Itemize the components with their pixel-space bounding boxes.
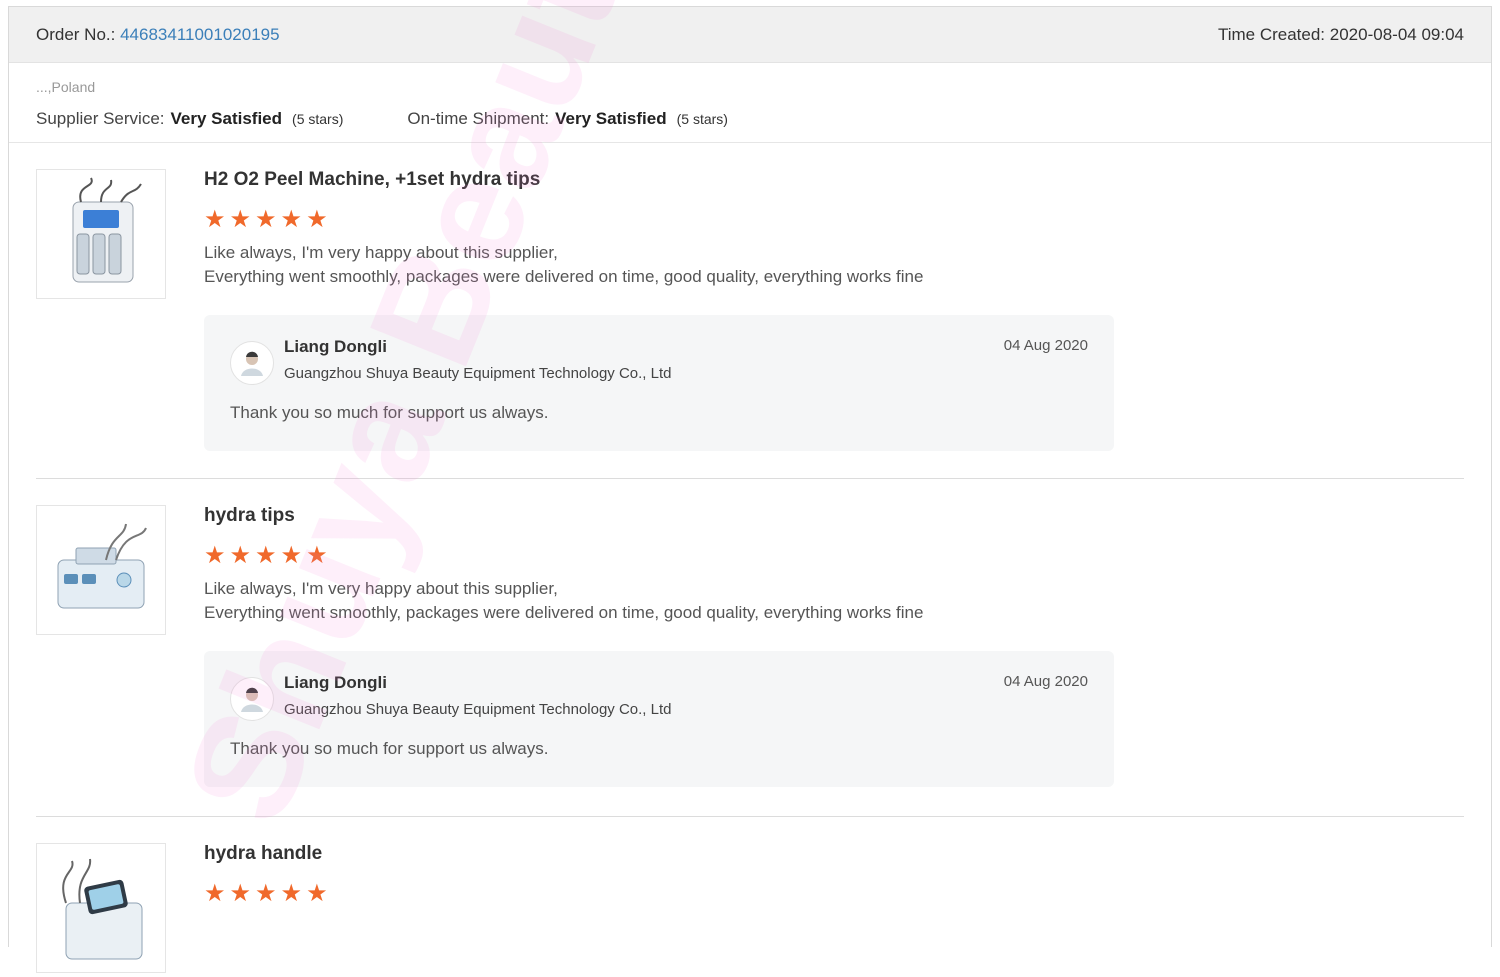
star-icon: ★	[255, 880, 277, 907]
review-item: H2 O2 Peel Machine, +1set hydra tips ★ ★…	[36, 143, 1464, 479]
star-icon: ★	[229, 880, 252, 907]
avatar	[230, 341, 274, 385]
beauty-machine-image	[72, 177, 142, 283]
star-icon: ★	[204, 542, 226, 569]
buyer-info: ...,Poland Supplier Service: Very Satisf…	[9, 63, 1491, 143]
reply-author-name: Liang Dongli	[284, 673, 387, 692]
review-comment: Like always, I'm very happy about this s…	[204, 241, 1464, 289]
order-header: Order No.: 44683411001020195 Time Create…	[9, 7, 1491, 63]
shipment-rating: On-time Shipment: Very Satisfied (5 star…	[407, 109, 728, 129]
star-icon: ★	[280, 880, 303, 907]
beauty-machine-image	[62, 858, 143, 960]
supplier-service-rating: Supplier Service: Very Satisfied (5 star…	[36, 109, 343, 129]
time-created-value: 2020-08-04 09:04	[1329, 24, 1464, 44]
avatar	[230, 677, 274, 721]
order-number-label: Order No.:	[36, 24, 116, 44]
time-created-label: Time Created:	[1217, 24, 1326, 44]
star-icon: ★	[204, 880, 226, 907]
shipment-label: On-time Shipment:	[407, 109, 550, 128]
star-icon: ★	[280, 206, 303, 233]
product-rating-stars: ★ ★ ★ ★ ★	[204, 207, 1464, 233]
reply-author-name: Liang Dongli	[284, 337, 387, 356]
time-created: Time Created: 2020-08-04 09:04	[1218, 25, 1464, 45]
product-title[interactable]: hydra tips	[204, 505, 1464, 531]
reply-text: Thank you so much for support us always.	[230, 403, 549, 422]
review-comment-line: Like always, I'm very happy about this s…	[204, 243, 558, 262]
product-title[interactable]: hydra handle	[204, 843, 1464, 869]
reply-company: Guangzhou Shuya Beauty Equipment Technol…	[284, 701, 672, 718]
order-review-card: Order No.: 44683411001020195 Time Create…	[8, 6, 1492, 973]
reply-text: Thank you so much for support us always.	[230, 739, 549, 758]
product-thumbnail[interactable]	[36, 843, 166, 973]
shipment-stars: (5 stars)	[676, 111, 728, 127]
star-icon: ★	[306, 542, 328, 569]
review-comment-line: Everything went smoothly, packages were …	[204, 267, 924, 286]
star-icon: ★	[306, 206, 328, 233]
product-title[interactable]: H2 O2 Peel Machine, +1set hydra tips	[204, 169, 1464, 195]
star-icon: ★	[255, 542, 277, 569]
product-thumbnail[interactable]	[36, 505, 166, 635]
order-number-link[interactable]: 44683411001020195	[120, 25, 279, 44]
star-icon: ★	[255, 206, 277, 233]
supplier-service-stars: (5 stars)	[292, 111, 344, 127]
star-icon: ★	[229, 542, 252, 569]
review-item: hydra handle ★ ★ ★ ★ ★	[36, 817, 1464, 977]
buyer-location: ...,Poland	[36, 79, 96, 95]
beauty-machine-image	[57, 523, 147, 609]
reply-date: 04 Aug 2020	[1003, 337, 1088, 354]
review-comment-line: Everything went smoothly, packages were …	[204, 603, 924, 622]
supplier-service-label: Supplier Service:	[36, 109, 165, 128]
star-icon: ★	[306, 880, 328, 907]
reply-date: 04 Aug 2020	[1003, 673, 1088, 690]
order-number: Order No.: 44683411001020195	[36, 25, 280, 45]
person-icon	[241, 351, 263, 376]
product-rating-stars: ★ ★ ★ ★ ★	[204, 881, 1464, 907]
review-comment-line: Like always, I'm very happy about this s…	[204, 579, 558, 598]
star-icon: ★	[280, 542, 303, 569]
star-icon: ★	[204, 206, 226, 233]
shipment-value: Very Satisfied	[555, 109, 667, 128]
seller-reply: Liang Dongli Guangzhou Shuya Beauty Equi…	[204, 315, 1114, 451]
product-thumbnail[interactable]	[36, 169, 166, 299]
store-ratings: Supplier Service: Very Satisfied (5 star…	[36, 109, 1464, 129]
review-comment: Like always, I'm very happy about this s…	[204, 577, 1464, 625]
star-icon: ★	[229, 206, 252, 233]
supplier-service-value: Very Satisfied	[170, 109, 283, 128]
seller-reply: Liang Dongli Guangzhou Shuya Beauty Equi…	[204, 651, 1114, 787]
person-icon	[241, 687, 263, 712]
review-item: hydra tips ★ ★ ★ ★ ★ Like always, I'm ve…	[36, 479, 1464, 817]
reply-company: Guangzhou Shuya Beauty Equipment Technol…	[284, 365, 672, 382]
product-rating-stars: ★ ★ ★ ★ ★	[204, 543, 1464, 569]
